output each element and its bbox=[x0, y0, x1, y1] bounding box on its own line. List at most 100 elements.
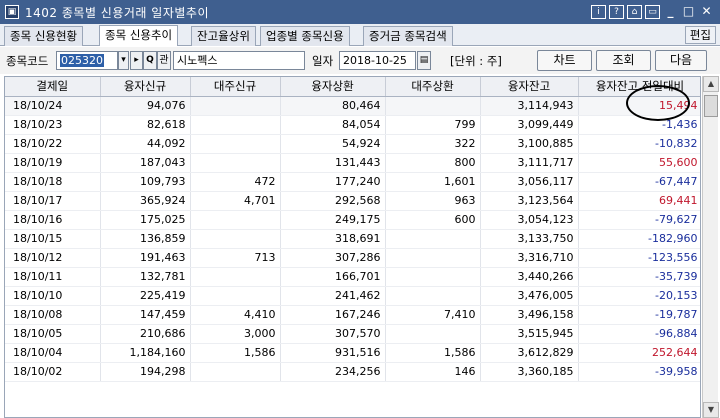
table-row[interactable]: 18/10/19 187,043 131,443 800 3,111,717 55,600 bbox=[5, 153, 700, 173]
next-button[interactable]: 다음 bbox=[655, 50, 707, 71]
table-row[interactable]: 18/10/24 94,076 80,464 3,114,943 15,494 bbox=[5, 96, 700, 116]
tab-bar: 종목 신용현황 종목 신용추이 잔고율상위 업종별 종목신용 증거금 종목검색 … bbox=[0, 24, 720, 46]
query-button[interactable]: 조회 bbox=[596, 50, 651, 71]
title-bar: ▣ 1402 종목별 신용거래 일자별추이 i ? ⌂ ▭ _ □ ✕ bbox=[0, 0, 720, 24]
minimize-icon[interactable]: _ bbox=[663, 5, 678, 19]
col-borrow-new[interactable]: 대주신규 bbox=[190, 77, 281, 97]
col-settlement-date[interactable]: 결제일 bbox=[5, 77, 101, 97]
table-row[interactable]: 18/10/22 44,092 54,924 322 3,100,885 -10,832 bbox=[5, 134, 700, 154]
cell-borrow-new: 1,586 bbox=[190, 343, 281, 363]
scroll-down-icon[interactable]: ▼ bbox=[703, 402, 719, 418]
cell-balance-change: -123,556 bbox=[578, 248, 700, 268]
cell-loan-balance: 3,054,123 bbox=[480, 210, 579, 230]
code-dropdown-icon[interactable]: ▾ bbox=[118, 51, 129, 70]
table-row[interactable]: 18/10/23 82,618 84,054 799 3,099,449 -1,436 bbox=[5, 115, 700, 135]
table-row[interactable]: 18/10/11 132,781 166,701 3,440,266 -35,739 bbox=[5, 267, 700, 287]
cell-loan-balance: 3,123,564 bbox=[480, 191, 579, 211]
tab-sector-credit[interactable]: 업종별 종목신용 bbox=[260, 26, 350, 46]
scroll-up-icon[interactable]: ▲ bbox=[703, 76, 719, 92]
table-row[interactable]: 18/10/16 175,025 249,175 600 3,054,123 -79,62… bbox=[5, 210, 700, 230]
related-button[interactable]: 관 bbox=[157, 51, 171, 70]
help-icon[interactable]: ? bbox=[609, 5, 624, 19]
col-loan-new[interactable]: 융자신규 bbox=[100, 77, 191, 97]
cell-loan-new: 210,686 bbox=[100, 324, 191, 344]
table-row[interactable]: 18/10/12 191,463 713 307,286 3,316,710 -123,5… bbox=[5, 248, 700, 268]
cell-loan-new: 187,043 bbox=[100, 153, 191, 173]
cell-loan-new: 109,793 bbox=[100, 172, 191, 192]
search-icon[interactable]: Q bbox=[143, 51, 157, 70]
table-row[interactable]: 18/10/04 1,184,160 1,586 931,516 1,586 3,612,… bbox=[5, 343, 700, 363]
cell-balance-change: -79,627 bbox=[578, 210, 700, 230]
cell-loan-balance: 3,476,005 bbox=[480, 286, 579, 306]
cell-loan-balance: 3,133,750 bbox=[480, 229, 579, 249]
cell-borrow-new: 472 bbox=[190, 172, 281, 192]
cell-loan-repay: 318,691 bbox=[280, 229, 386, 249]
chart-button[interactable]: 차트 bbox=[537, 50, 592, 71]
screen-number: 1402 bbox=[25, 5, 58, 20]
window-controls: i ? ⌂ ▭ _ □ ✕ bbox=[591, 5, 714, 19]
table-row[interactable]: 18/10/18 109,793 472 177,240 1,601 3,056,117-… bbox=[5, 172, 700, 192]
edit-button[interactable]: 편집 bbox=[684, 26, 716, 44]
cell-loan-balance: 3,100,885 bbox=[480, 134, 579, 154]
cell-borrow-new bbox=[190, 134, 281, 154]
cell-loan-repay: 234,256 bbox=[280, 362, 386, 382]
cell-settlement-date: 18/10/08 bbox=[5, 305, 101, 325]
cell-borrow-repay: 146 bbox=[385, 362, 481, 382]
table-row[interactable]: 18/10/05 210,686 3,000 307,570 3,515,945 -96,… bbox=[5, 324, 700, 344]
cell-loan-balance: 3,111,717 bbox=[480, 153, 579, 173]
table-row[interactable]: 18/10/15 136,859 318,691 3,133,750 -182,960 bbox=[5, 229, 700, 249]
cell-loan-balance: 3,114,943 bbox=[480, 96, 579, 116]
cell-borrow-repay: 800 bbox=[385, 153, 481, 173]
cell-balance-change: -39,958 bbox=[578, 362, 700, 382]
cell-borrow-new bbox=[190, 210, 281, 230]
tab-balance-ratio-top[interactable]: 잔고율상위 bbox=[191, 26, 256, 46]
cell-balance-change: -182,960 bbox=[578, 229, 700, 249]
cell-borrow-repay bbox=[385, 324, 481, 344]
unit-label: [단위 : 주] bbox=[450, 54, 502, 68]
calendar-icon[interactable]: ▤ bbox=[417, 51, 431, 70]
cell-loan-new: 225,419 bbox=[100, 286, 191, 306]
vertical-scrollbar[interactable]: ▲ ▼ bbox=[702, 76, 719, 418]
restore-icon[interactable]: ▭ bbox=[645, 5, 660, 19]
maximize-icon[interactable]: □ bbox=[681, 5, 696, 19]
cell-settlement-date: 18/10/12 bbox=[5, 248, 101, 268]
home-icon[interactable]: ⌂ bbox=[627, 5, 642, 19]
arrow-right-icon[interactable]: ▸ bbox=[130, 51, 143, 70]
cell-loan-balance: 3,440,266 bbox=[480, 267, 579, 287]
cell-loan-balance: 3,360,185 bbox=[480, 362, 579, 382]
cell-loan-repay: 177,240 bbox=[280, 172, 386, 192]
table-row[interactable]: 18/10/08 147,459 4,410 167,246 7,410 3,496,15… bbox=[5, 305, 700, 325]
date-input[interactable]: 2018-10-25 bbox=[339, 51, 416, 70]
cell-settlement-date: 18/10/19 bbox=[5, 153, 101, 173]
cell-balance-change: 55,600 bbox=[578, 153, 700, 173]
scroll-thumb[interactable] bbox=[704, 95, 718, 117]
col-loan-balance[interactable]: 융자잔고 bbox=[480, 77, 579, 97]
info-icon[interactable]: i bbox=[591, 5, 606, 19]
cell-loan-repay: 131,443 bbox=[280, 153, 386, 173]
table-row[interactable]: 18/10/10 225,419 241,462 3,476,005 -20,153 bbox=[5, 286, 700, 306]
cell-settlement-date: 18/10/16 bbox=[5, 210, 101, 230]
cell-loan-repay: 241,462 bbox=[280, 286, 386, 306]
tab-credit-status[interactable]: 종목 신용현황 bbox=[4, 26, 84, 46]
cell-balance-change: -67,447 bbox=[578, 172, 700, 192]
screen-title: 종목별 신용거래 일자별추이 bbox=[61, 5, 209, 20]
cell-balance-change: 252,644 bbox=[578, 343, 700, 363]
tab-credit-trend[interactable]: 종목 신용추이 bbox=[99, 25, 179, 46]
stock-code-label: 종목코드 bbox=[6, 54, 49, 68]
cell-settlement-date: 18/10/24 bbox=[5, 96, 101, 116]
cell-borrow-new bbox=[190, 96, 281, 116]
stock-code-input[interactable]: 025320 bbox=[56, 51, 118, 70]
table-row[interactable]: 18/10/17 365,924 4,701 292,568 963 3,123,564 6… bbox=[5, 191, 700, 211]
search-bar: 종목코드 025320 ▾ ▸ Q 관 시노펙스 일자 2018-10-25 ▤… bbox=[0, 47, 720, 74]
cell-loan-repay: 167,246 bbox=[280, 305, 386, 325]
col-borrow-repay[interactable]: 대주상환 bbox=[385, 77, 481, 97]
col-loan-repay[interactable]: 융자상환 bbox=[280, 77, 386, 97]
cell-loan-repay: 80,464 bbox=[280, 96, 386, 116]
cell-borrow-new: 4,410 bbox=[190, 305, 281, 325]
credit-trend-table: 결제일 융자신규 대주신규 융자상환 대주상환 융자잔고 융자잔고 전일대비 1… bbox=[4, 76, 701, 418]
close-icon[interactable]: ✕ bbox=[699, 5, 714, 19]
cell-loan-new: 1,184,160 bbox=[100, 343, 191, 363]
cell-balance-change: -20,153 bbox=[578, 286, 700, 306]
tab-margin-search[interactable]: 증거금 종목검색 bbox=[363, 26, 453, 46]
table-row[interactable]: 18/10/02 194,298 234,256 146 3,360,185 -39,95… bbox=[5, 362, 700, 382]
